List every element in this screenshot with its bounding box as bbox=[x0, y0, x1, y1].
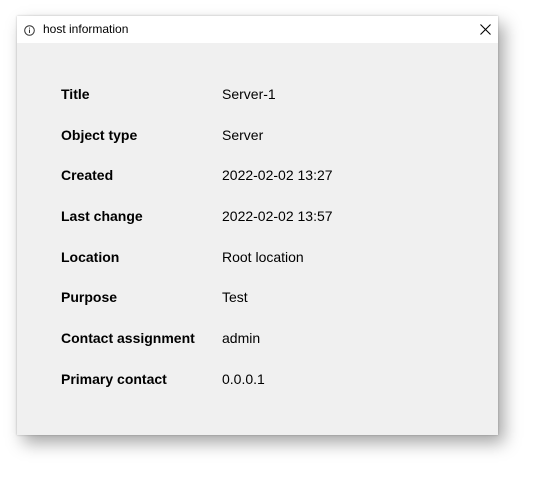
property-label: Contact assignment bbox=[61, 330, 195, 347]
property-value: 2022-02-02 13:27 bbox=[222, 167, 333, 184]
property-value: Test bbox=[222, 289, 248, 306]
property-label: Purpose bbox=[61, 289, 118, 306]
property-label: Location bbox=[61, 248, 120, 265]
close-button[interactable] bbox=[472, 16, 498, 43]
property-value: Root location bbox=[222, 248, 304, 265]
property-label: Object type bbox=[61, 126, 138, 143]
property-label: Primary contact bbox=[61, 370, 167, 387]
property-value: Server-1 bbox=[222, 86, 276, 102]
property-value: 2022-02-02 13:57 bbox=[222, 208, 333, 225]
property-label: Last change bbox=[61, 208, 143, 225]
title-bar[interactable]: host information bbox=[17, 16, 498, 43]
property-value: 0.0.0.1 bbox=[222, 370, 265, 387]
info-icon bbox=[24, 23, 35, 36]
window-title: host information bbox=[43, 22, 129, 36]
property-value: Server bbox=[222, 126, 264, 143]
close-icon bbox=[479, 24, 491, 35]
property-value: admin bbox=[222, 330, 261, 347]
property-label: Title bbox=[61, 86, 90, 102]
property-label: Created bbox=[61, 167, 114, 184]
host-information-dialog: host information Title Server-1 Object t… bbox=[17, 16, 498, 435]
